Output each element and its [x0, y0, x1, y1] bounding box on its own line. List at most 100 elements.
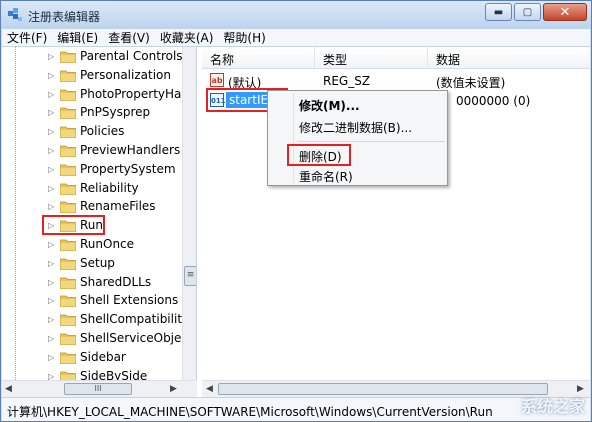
context-menu: 修改(M)... 修改二进制数据(B)... 删除(D) 重命名(R): [267, 90, 448, 186]
status-bar-path: 计算机\HKEY_LOCAL_MACHINE\SOFTWARE\Microsof…: [2, 397, 590, 421]
menu-modify[interactable]: 修改(M)...: [299, 97, 360, 114]
tree-item-label: Parental Controls: [80, 49, 183, 63]
list-scroll-left-arrow-icon[interactable]: ◀: [206, 384, 213, 394]
expand-arrow-icon[interactable]: ▷: [48, 165, 56, 175]
tree-item-label: Reliability: [80, 180, 139, 195]
window-title: 注册表编辑器: [28, 10, 101, 24]
tree-item[interactable]: ▷ Policies: [2, 123, 182, 141]
menu-help[interactable]: 帮助(H): [218, 29, 270, 46]
tree-item-label: Shell Extensions: [80, 293, 179, 308]
expand-arrow-icon[interactable]: ▷: [48, 146, 56, 156]
list-header: 名称 类型 数据: [202, 47, 590, 69]
expand-arrow-icon[interactable]: ▷: [48, 259, 56, 269]
folder-icon: [60, 202, 76, 214]
expand-arrow-icon[interactable]: ▷: [48, 296, 56, 306]
tree-item[interactable]: ▷ RenameFiles: [2, 198, 182, 216]
key-tree: ▷ Parental Controls ▷ Personalization ▷ Photo…: [2, 47, 197, 380]
scroll-right-arrow-icon[interactable]: ▶: [170, 384, 177, 394]
tree-item[interactable]: ▷ PhotoPropertyHand: [2, 86, 196, 104]
tree-item-label: SideBySide: [80, 368, 148, 380]
column-type[interactable]: 类型: [315, 47, 428, 69]
tree-item[interactable]: ▷ Shell Extensions: [2, 292, 182, 310]
registry-editor-icon: [8, 8, 22, 21]
value-data: 0000000 (0): [456, 94, 531, 108]
menu-file[interactable]: 文件(F): [2, 29, 52, 46]
menu-bar: 文件(F) 编辑(E) 查看(V) 收藏夹(A) 帮助(H): [2, 29, 590, 46]
folder-icon: [60, 108, 76, 120]
folder-icon: [60, 296, 76, 308]
close-button[interactable]: ✕: [543, 3, 587, 21]
tree-item-label: SharedDLLs: [80, 274, 152, 289]
tree-vertical-scrollbar[interactable]: ≡: [182, 47, 196, 380]
menu-rename[interactable]: 重命名(R): [299, 168, 353, 185]
watermark-logo: 系统之家: [520, 397, 585, 416]
tree-item-label: Policies: [80, 124, 125, 139]
tree-item-label: Personalization: [80, 67, 171, 82]
tree-item[interactable]: ▷ SharedDLLs: [2, 274, 182, 292]
folder-icon: [60, 258, 76, 270]
tree-item-label: PropertySystem: [80, 161, 176, 176]
tree-item[interactable]: ▷ SideBySide: [2, 368, 182, 380]
expand-arrow-icon[interactable]: ▷: [48, 278, 56, 288]
expand-arrow-icon[interactable]: ▷: [48, 127, 56, 137]
tree-item[interactable]: ▷ RunOnce: [2, 236, 182, 254]
menu-view[interactable]: 查看(V): [103, 29, 155, 46]
tree-item[interactable]: ▷ ShellCompatibility: [2, 311, 189, 329]
menu-edit[interactable]: 编辑(E): [52, 29, 103, 46]
value-data: (数值未设置): [436, 76, 506, 90]
expand-arrow-icon[interactable]: ▷: [48, 372, 56, 380]
expand-arrow-icon[interactable]: ▷: [48, 108, 56, 118]
minimize-button[interactable]: ▬: [485, 3, 512, 21]
tree-item[interactable]: ▷ Sidebar: [2, 349, 182, 367]
expand-arrow-icon[interactable]: ▷: [48, 52, 56, 62]
registry-editor-window: 注册表编辑器 ▬ ▢ ✕ 文件(F) 编辑(E) 查看(V) 收藏夹(A) 帮助…: [0, 0, 592, 422]
tree-item[interactable]: ▷ PreviewHandlers: [2, 142, 182, 160]
expand-arrow-icon[interactable]: ▷: [48, 353, 56, 363]
tree-item-label: ShellServiceObjectI: [80, 331, 197, 345]
delete-highlight: [287, 144, 351, 166]
expand-arrow-icon[interactable]: ▷: [48, 240, 56, 250]
folder-icon: [60, 89, 76, 101]
column-name[interactable]: 名称: [202, 47, 315, 69]
list-hscroll-thumb[interactable]: [218, 383, 548, 395]
folder-icon: [60, 239, 76, 251]
expand-arrow-icon[interactable]: ▷: [48, 184, 56, 194]
tree-item-label: PreviewHandlers: [80, 143, 181, 157]
maximize-button[interactable]: ▢: [514, 3, 541, 21]
expand-arrow-icon[interactable]: ▷: [48, 202, 56, 212]
tree-item[interactable]: ▷ PnPSysprep: [2, 104, 182, 122]
menu-modify-binary[interactable]: 修改二进制数据(B)...: [299, 119, 412, 136]
tree-item-label: ShellCompatibility: [80, 312, 190, 327]
expand-arrow-icon[interactable]: ▷: [48, 334, 56, 344]
tree-item-label: Setup: [80, 255, 115, 270]
expand-arrow-icon[interactable]: ▷: [48, 90, 56, 100]
expand-arrow-icon[interactable]: ▷: [48, 71, 56, 81]
tree-item-label: PnPSysprep: [80, 105, 151, 120]
tree-item[interactable]: ▷ ShellServiceObjectI: [2, 330, 196, 348]
folder-icon: [60, 314, 76, 327]
column-data[interactable]: 数据: [428, 47, 590, 69]
folder-icon: [60, 277, 76, 289]
tree-item-label: PhotoPropertyHand: [80, 86, 197, 101]
folder-icon: [60, 145, 76, 157]
expand-arrow-icon[interactable]: ▷: [48, 315, 56, 325]
tree-scroll-thumb[interactable]: ≡: [184, 266, 196, 286]
tree-item[interactable]: ▷ Parental Controls: [2, 48, 183, 66]
folder-icon: [60, 183, 76, 195]
tree-item[interactable]: ▷ PropertySystem: [2, 161, 182, 179]
menu-separator: [297, 141, 445, 142]
folder-icon: [60, 126, 76, 139]
tree-item[interactable]: ▷ Personalization: [2, 67, 182, 85]
run-key-highlight: [42, 215, 105, 235]
tree-item[interactable]: ▷ Reliability: [2, 180, 182, 198]
scroll-left-arrow-icon[interactable]: ◀: [5, 384, 12, 394]
tree-horizontal-scrollbar[interactable]: ◀ III ▶: [2, 380, 197, 397]
folder-icon: [60, 164, 76, 176]
tree-item[interactable]: ▷ Setup: [2, 255, 182, 273]
menu-favorites[interactable]: 收藏夹(A): [155, 29, 219, 46]
tree-item-label: Sidebar: [80, 349, 126, 364]
value-type: REG_SZ: [323, 74, 371, 88]
folder-icon: [60, 51, 76, 63]
tree-hscroll-thumb[interactable]: III: [64, 383, 132, 395]
title-bar[interactable]: 注册表编辑器 ▬ ▢ ✕: [1, 1, 591, 29]
